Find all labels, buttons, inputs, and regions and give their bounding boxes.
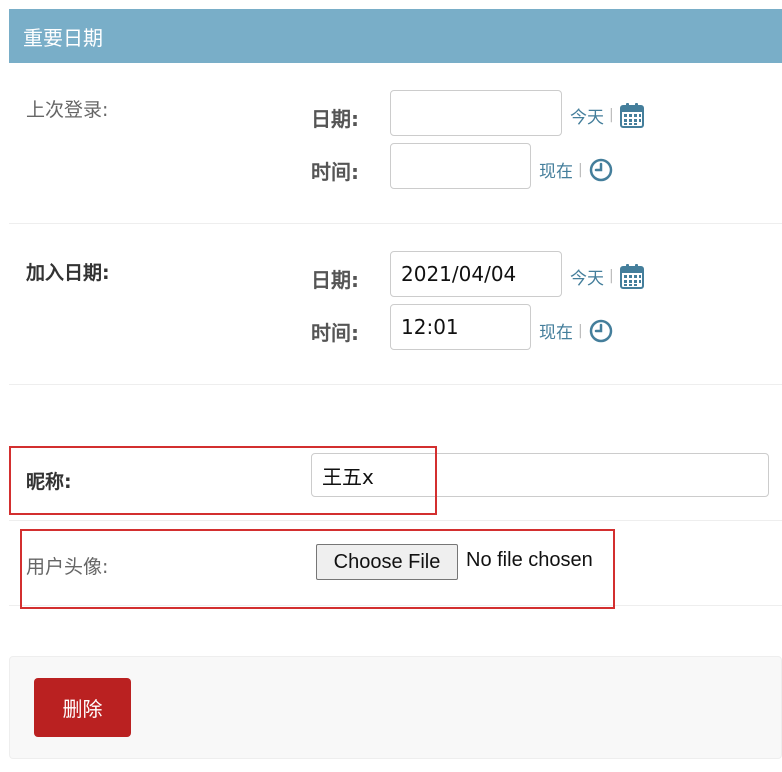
last-login-date-input[interactable] — [390, 90, 562, 136]
last-login-time-shortcuts: 现在 | — [539, 157, 613, 182]
now-link[interactable]: 现在 — [539, 318, 573, 343]
file-status-text: No file chosen — [466, 549, 593, 571]
calendar-icon[interactable] — [619, 263, 644, 289]
last-login-label: 上次登录: — [26, 99, 109, 121]
avatar-label: 用户头像: — [26, 556, 109, 578]
date-joined-time-label: 时间: — [311, 321, 359, 345]
last-login-time-input[interactable] — [390, 143, 531, 189]
date-joined-date-input[interactable]: 2021/04/04 — [390, 251, 562, 297]
nickname-row: 昵称: 王五x — [9, 440, 782, 521]
calendar-icon[interactable] — [619, 102, 644, 128]
date-joined-date-shortcuts: 今天 | — [570, 263, 644, 289]
shortcut-separator: | — [578, 322, 583, 339]
date-joined-label: 加入日期: — [26, 262, 110, 284]
shortcut-separator: | — [609, 107, 614, 123]
last-login-date-label: 日期: — [311, 107, 359, 131]
shortcut-separator: | — [609, 268, 614, 284]
avatar-row: 用户头像: Choose File No file chosen — [9, 521, 782, 606]
last-login-time-label: 时间: — [311, 160, 359, 184]
last-login-date-shortcuts: 今天 | — [570, 102, 644, 128]
date-joined-date-label: 日期: — [311, 268, 359, 292]
delete-button[interactable]: 删除 — [34, 678, 131, 737]
shortcut-separator: | — [578, 161, 583, 178]
choose-file-button[interactable]: Choose File — [316, 544, 458, 580]
date-joined-time-input[interactable]: 12:01 — [390, 304, 531, 350]
module-title: 重要日期 — [23, 25, 103, 50]
last-login-row: 上次登录: 日期: 今天 | 时间: 现在 | — [9, 63, 782, 224]
now-link[interactable]: 现在 — [539, 157, 573, 182]
clock-icon[interactable] — [589, 319, 613, 343]
today-link[interactable]: 今天 — [570, 264, 604, 289]
date-joined-row: 加入日期: 日期: 2021/04/04 今天 | 时间: 12:01 现在 | — [9, 224, 782, 385]
nickname-input[interactable]: 王五x — [311, 453, 769, 497]
submit-row: 删除 — [9, 656, 782, 759]
today-link[interactable]: 今天 — [570, 103, 604, 128]
date-joined-time-shortcuts: 现在 | — [539, 318, 613, 343]
clock-icon[interactable] — [589, 158, 613, 182]
nickname-label: 昵称: — [26, 471, 72, 493]
module-header: 重要日期 — [9, 9, 782, 63]
